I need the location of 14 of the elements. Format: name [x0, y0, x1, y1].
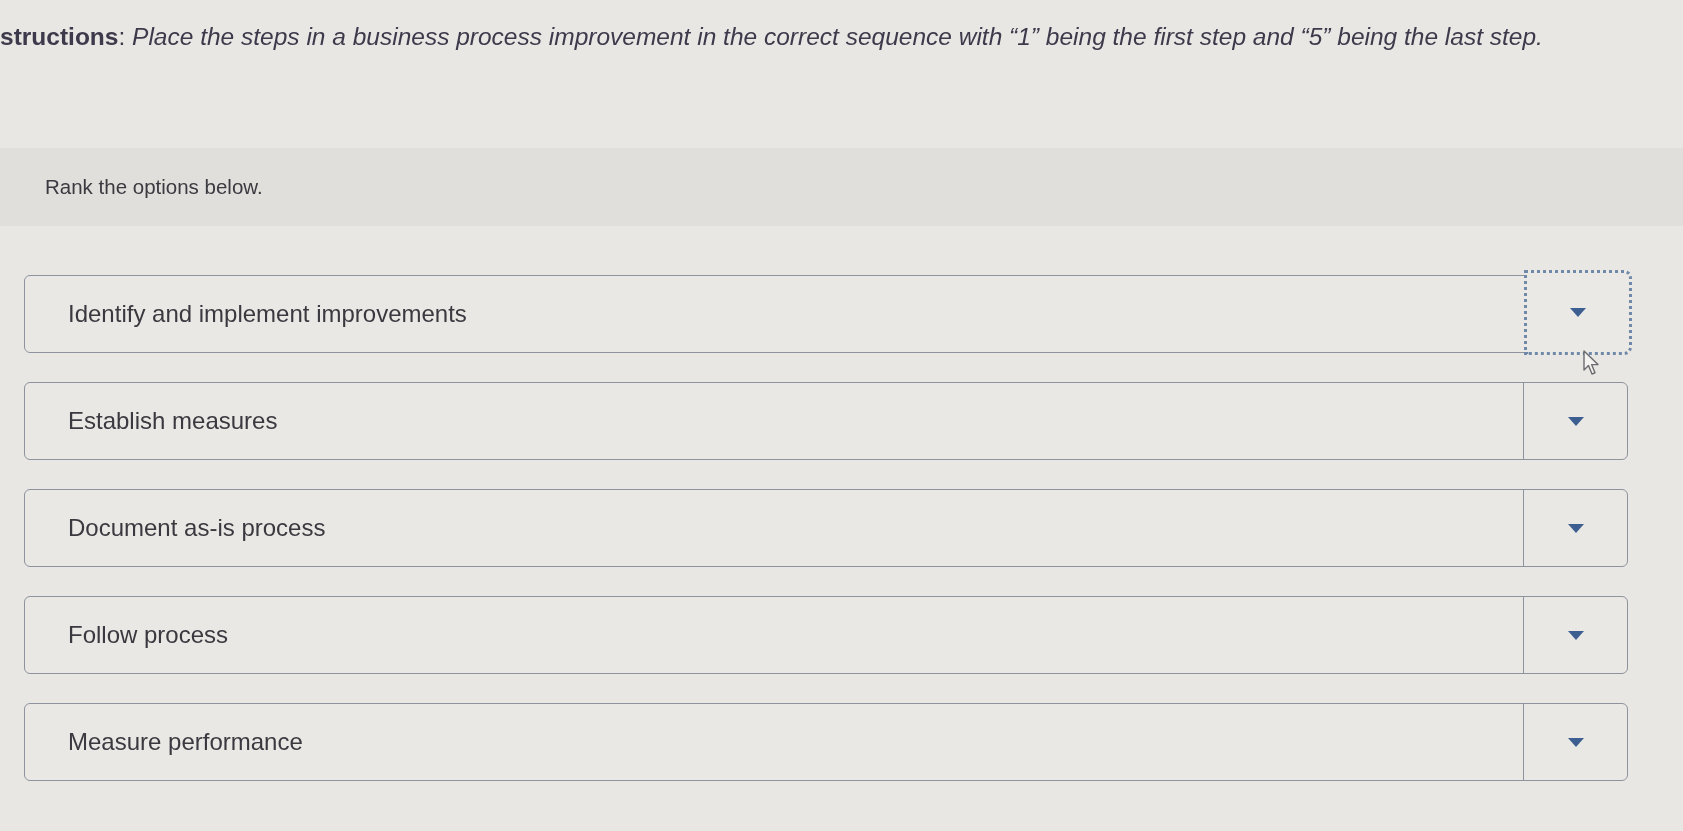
caret-down-icon	[1570, 308, 1586, 317]
caret-down-icon	[1567, 630, 1584, 640]
option-label: Follow process	[68, 620, 229, 650]
mouse-pointer-icon	[1583, 350, 1601, 376]
prompt-text: Rank the options below.	[45, 173, 263, 200]
option-label: Identify and implement improvements	[68, 299, 467, 329]
instructions-text: structions: Place the steps in a business process improvement in the correct sequence with “1” being the first step and “5” being the last step.	[0, 22, 1543, 52]
rank-dropdown[interactable]	[1524, 270, 1632, 355]
caret-down-icon	[1567, 416, 1584, 426]
option-label: Measure performance	[68, 727, 303, 757]
caret-down-icon	[1567, 737, 1584, 747]
option-label: Establish measures	[68, 406, 278, 436]
caret-down-icon	[1567, 523, 1584, 533]
option-label: Document as-is process	[68, 513, 326, 543]
